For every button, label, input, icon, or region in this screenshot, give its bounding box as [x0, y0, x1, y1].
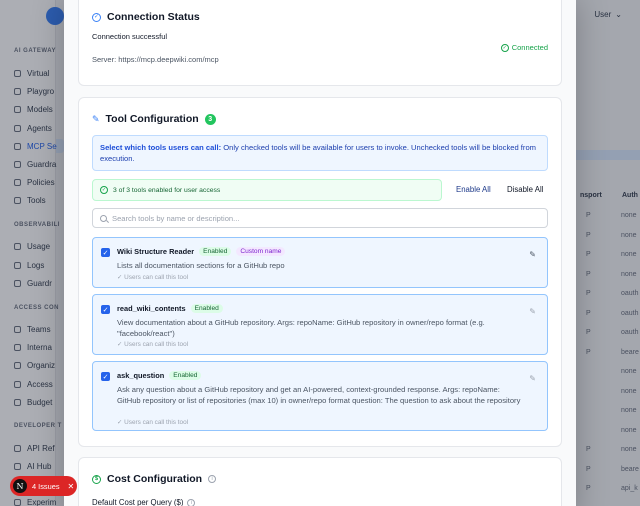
- connected-badge: ✓ Connected: [500, 43, 548, 52]
- enabled-badge: Enabled: [169, 371, 202, 380]
- disable-all-button[interactable]: Disable All: [507, 185, 543, 194]
- connection-message: Connection successful: [92, 32, 168, 41]
- default-cost-label-text: Default Cost per Query ($): [92, 498, 184, 506]
- connected-badge-label: Connected: [511, 43, 548, 52]
- search-icon: [100, 214, 107, 222]
- tool-checkbox[interactable]: ✓: [101, 372, 110, 381]
- check-circle-icon: ✓: [500, 43, 509, 52]
- tool-configuration-title: ✎ Tool Configuration 3: [92, 113, 216, 125]
- tool-name: Wiki Structure Reader: [117, 247, 195, 256]
- tool-config-title-text: Tool Configuration: [105, 113, 199, 125]
- tool-count-badge: 3: [204, 113, 216, 125]
- edit-pencil-icon[interactable]: ✎: [529, 307, 536, 316]
- connection-status-title: ✓ Connection Status: [92, 11, 200, 23]
- tool-checkbox[interactable]: ✓: [101, 248, 110, 257]
- tool-access-note: ✓ Users can call this tool: [117, 341, 189, 348]
- enabled-summary: ✓ 3 of 3 tools enabled for user access: [92, 179, 442, 201]
- tool-name-row: read_wiki_contents Enabled: [117, 304, 223, 313]
- connection-status-card: ✓ Connection Status Connection successfu…: [78, 0, 562, 86]
- tool-search-input[interactable]: [112, 213, 532, 223]
- dollar-circle-icon: $: [92, 474, 101, 484]
- check-circle-icon: ✓: [100, 186, 108, 194]
- tool-item-ask-question[interactable]: ✓ ask_question Enabled Ask any question …: [92, 361, 548, 431]
- info-bold-text: Select which tools users can call:: [100, 143, 222, 152]
- server-url: Server: https://mcp.deepwiki.com/mcp: [92, 55, 219, 64]
- edit-pencil-icon[interactable]: ✎: [529, 250, 536, 259]
- enable-all-button[interactable]: Enable All: [456, 185, 491, 194]
- enabled-badge: Enabled: [190, 304, 223, 313]
- cost-title-text: Cost Configuration: [107, 473, 203, 485]
- tool-access-note: ✓ Users can call this tool: [117, 274, 189, 281]
- tool-configuration-card: ✎ Tool Configuration 3 Select which tool…: [78, 97, 562, 447]
- next-logo-icon: N: [13, 479, 27, 493]
- tool-name: ask_question: [117, 371, 165, 380]
- tool-name: read_wiki_contents: [117, 304, 186, 313]
- enabled-summary-text: 3 of 3 tools enabled for user access: [113, 186, 221, 194]
- mcp-server-modal: ✓ Connection Status Connection successfu…: [64, 0, 576, 506]
- wrench-icon: ✎: [92, 113, 100, 124]
- tool-item-read-wiki-contents[interactable]: ✓ read_wiki_contents Enabled View docume…: [92, 294, 548, 355]
- tool-item-wiki-structure[interactable]: ✓ Wiki Structure Reader Enabled Custom n…: [92, 237, 548, 288]
- tool-checkbox[interactable]: ✓: [101, 305, 110, 314]
- tool-description: Lists all documentation sections for a G…: [117, 261, 285, 270]
- enabled-badge: Enabled: [199, 247, 232, 256]
- cost-configuration-card: $ Cost Configuration i Default Cost per …: [78, 457, 562, 506]
- close-icon[interactable]: ✕: [68, 482, 75, 491]
- tool-selection-info: Select which tools users can call: Only …: [92, 135, 548, 171]
- cost-configuration-title: $ Cost Configuration i: [92, 473, 217, 485]
- connection-title-text: Connection Status: [107, 11, 200, 23]
- default-cost-label: Default Cost per Query ($) i: [92, 498, 196, 506]
- tool-name-row: ask_question Enabled: [117, 371, 202, 380]
- tool-description: Ask any question about a GitHub reposito…: [117, 385, 521, 405]
- info-icon[interactable]: i: [208, 475, 217, 483]
- tool-access-note: ✓ Users can call this tool: [117, 419, 189, 426]
- tool-search: [92, 208, 548, 228]
- check-circle-icon: ✓: [92, 12, 101, 22]
- issues-badge[interactable]: N 4 Issues ✕: [10, 476, 77, 496]
- edit-pencil-icon[interactable]: ✎: [529, 374, 536, 383]
- info-icon[interactable]: i: [187, 498, 196, 506]
- issues-label: 4 Issues: [32, 481, 60, 491]
- tool-name-row: Wiki Structure Reader Enabled Custom nam…: [117, 247, 286, 256]
- custom-name-badge: Custom name: [236, 247, 286, 256]
- tool-description: View documentation about a GitHub reposi…: [117, 318, 485, 338]
